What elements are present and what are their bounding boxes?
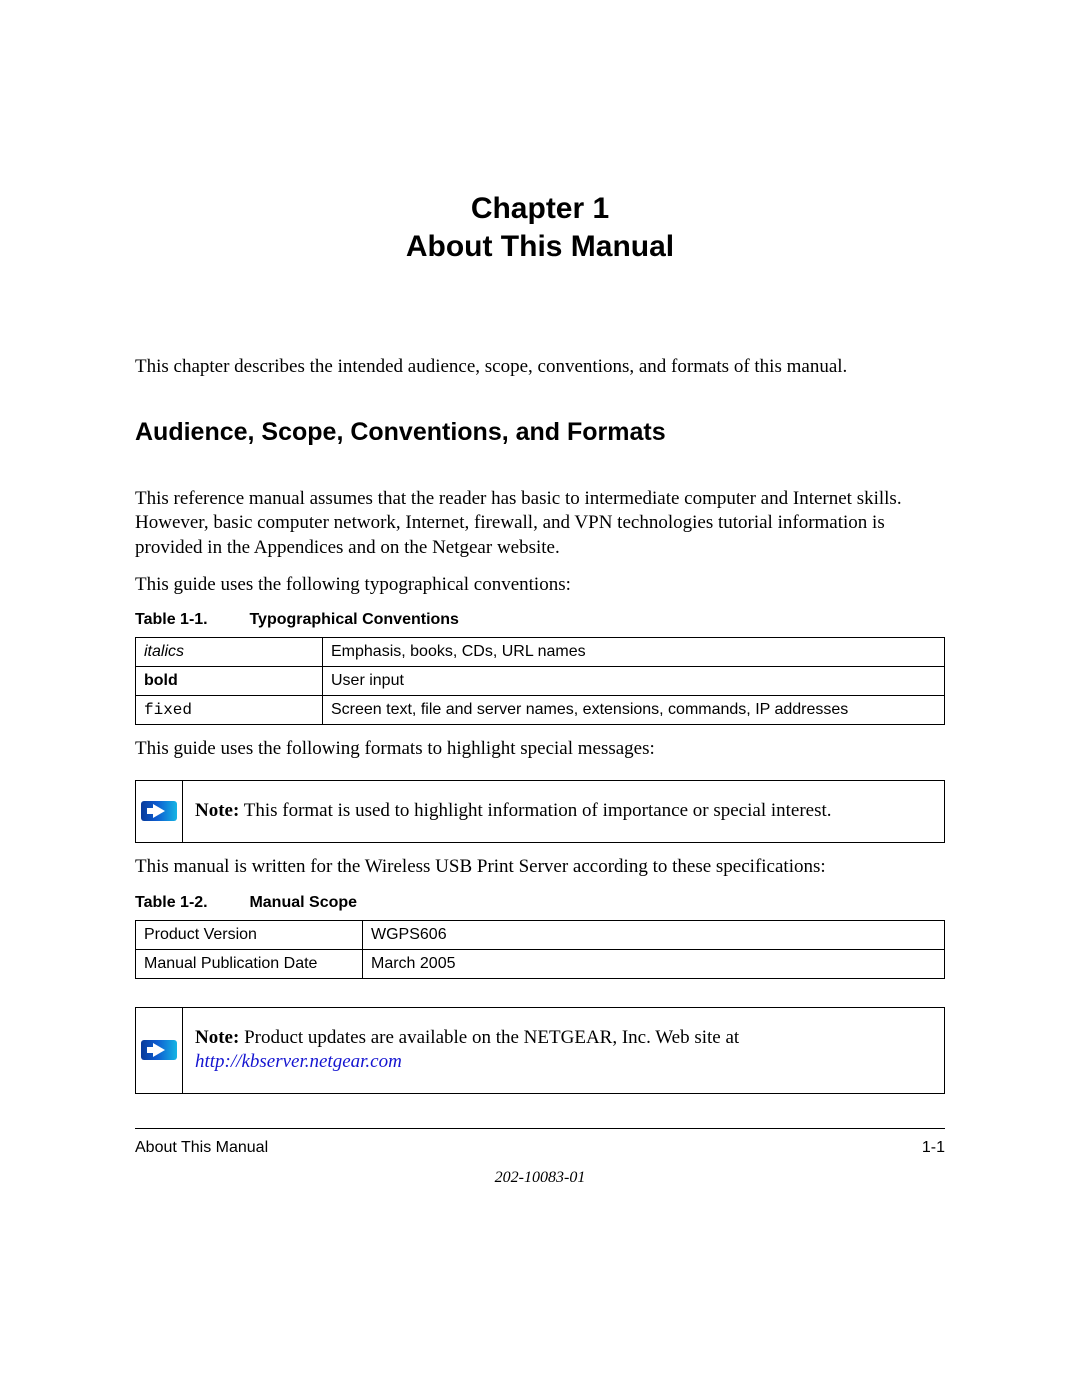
section-heading: Audience, Scope, Conventions, and Format… xyxy=(135,418,945,447)
table-row: italics Emphasis, books, CDs, URL names xyxy=(136,638,945,667)
document-number: 202-10083-01 xyxy=(135,1169,945,1187)
desc-cell: Screen text, file and server names, exte… xyxy=(323,696,945,725)
note-text: Note: Product updates are available on t… xyxy=(183,1008,944,1093)
note-box: Note: This format is used to highlight i… xyxy=(135,780,945,843)
table-row: bold User input xyxy=(136,667,945,696)
body-paragraph: This guide uses the following typographi… xyxy=(135,573,945,598)
note-body: This format is used to highlight informa… xyxy=(239,800,831,821)
val-cell: March 2005 xyxy=(363,949,945,978)
table-caption-title: Manual Scope xyxy=(249,894,357,911)
table-row: Manual Publication Date March 2005 xyxy=(136,949,945,978)
body-paragraph: This reference manual assumes that the r… xyxy=(135,487,945,561)
table-caption-label: Table 1-1. xyxy=(135,611,245,629)
table-caption-title: Typographical Conventions xyxy=(249,611,459,628)
note-label: Note: xyxy=(195,1027,239,1048)
term-cell: fixed xyxy=(144,701,192,719)
note-icon-cell xyxy=(136,781,183,842)
body-paragraph: This manual is written for the Wireless … xyxy=(135,855,945,880)
table-caption: Table 1-1. Typographical Conventions xyxy=(135,611,945,629)
footer-left: About This Manual xyxy=(135,1139,268,1157)
manual-scope-table: Product Version WGPS606 Manual Publicati… xyxy=(135,920,945,979)
note-text: Note: This format is used to highlight i… xyxy=(183,781,944,842)
val-cell: WGPS606 xyxy=(363,920,945,949)
desc-cell: User input xyxy=(323,667,945,696)
key-cell: Manual Publication Date xyxy=(136,949,363,978)
note-icon-cell xyxy=(136,1008,183,1093)
chapter-number: Chapter 1 xyxy=(135,190,945,228)
term-cell: bold xyxy=(144,672,178,689)
intro-paragraph: This chapter describes the intended audi… xyxy=(135,355,945,380)
table-row: Product Version WGPS606 xyxy=(136,920,945,949)
arrow-right-icon xyxy=(141,799,177,823)
note-link[interactable]: http://kbserver.netgear.com xyxy=(195,1051,402,1072)
typographical-conventions-table: italics Emphasis, books, CDs, URL names … xyxy=(135,637,945,725)
desc-cell: Emphasis, books, CDs, URL names xyxy=(323,638,945,667)
page-footer: About This Manual 1-1 xyxy=(135,1128,945,1157)
note-body: Product updates are available on the NET… xyxy=(239,1027,739,1048)
table-caption-label: Table 1-2. xyxy=(135,894,245,912)
note-box: Note: Product updates are available on t… xyxy=(135,1007,945,1094)
table-caption: Table 1-2. Manual Scope xyxy=(135,894,945,912)
table-row: fixed Screen text, file and server names… xyxy=(136,696,945,725)
chapter-title: Chapter 1 About This Manual xyxy=(135,190,945,265)
footer-right: 1-1 xyxy=(922,1139,945,1157)
key-cell: Product Version xyxy=(136,920,363,949)
term-cell: italics xyxy=(144,643,184,660)
chapter-name: About This Manual xyxy=(135,228,945,266)
arrow-right-icon xyxy=(141,1038,177,1062)
body-paragraph: This guide uses the following formats to… xyxy=(135,737,945,762)
note-label: Note: xyxy=(195,800,239,821)
